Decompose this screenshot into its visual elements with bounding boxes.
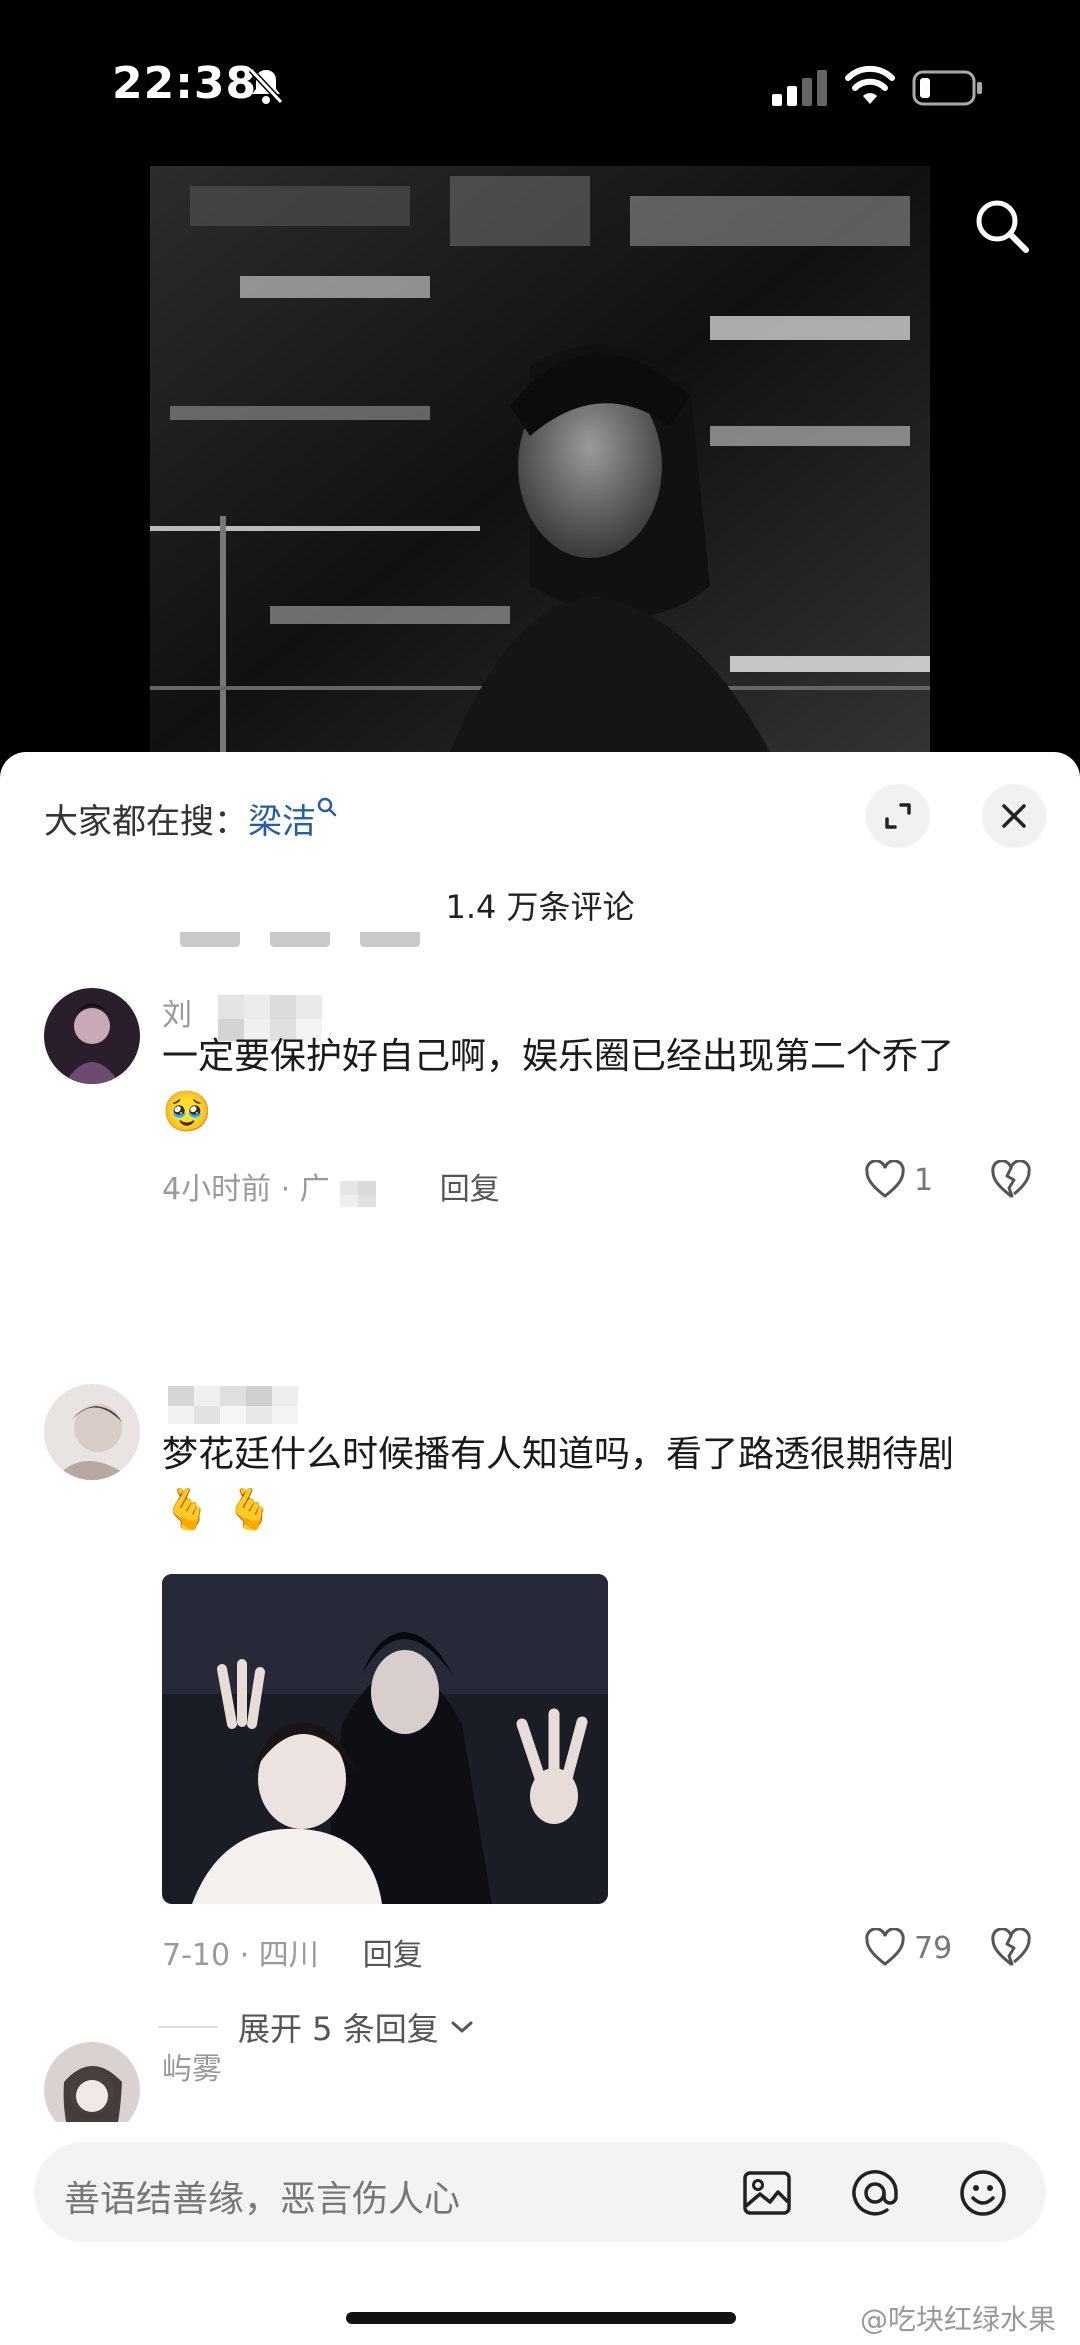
comment-meta: 7-10 · 四川 回复 xyxy=(162,1930,423,1974)
like-button[interactable]: 79 xyxy=(864,1928,952,1968)
heart-icon xyxy=(865,1928,905,1966)
comment-image[interactable] xyxy=(162,1574,608,1904)
close-icon xyxy=(1002,804,1026,828)
comment-input[interactable]: 善语结善缘，恶言伤人心 xyxy=(34,2142,1046,2242)
comment-count: 1.4 万条评论 xyxy=(445,888,635,926)
video-player[interactable] xyxy=(150,166,930,752)
like-count: 79 xyxy=(914,1930,953,1966)
heart-icon xyxy=(865,1160,905,1198)
sheet-header: 大家都在搜：梁洁 1.4 万条评论 xyxy=(0,752,1080,926)
battery-low-icon xyxy=(912,70,982,106)
bell-off-icon xyxy=(248,67,284,105)
input-placeholder: 善语结善缘，恶言伤人心 xyxy=(64,2179,461,2220)
close-button[interactable] xyxy=(982,784,1046,848)
comment-input-bar: 善语结善缘，恶言伤人心 @吃块红绿水果 xyxy=(0,2122,1080,2345)
comment-time: 7-10 · 四川 xyxy=(162,1938,319,1973)
comment-meta: 4小时前 · 广 回复 xyxy=(162,1164,500,1209)
like-button[interactable]: 1 xyxy=(864,1160,933,1200)
broken-heart-icon[interactable] xyxy=(990,1928,1032,1968)
expand-button[interactable] xyxy=(866,784,930,848)
home-indicator[interactable] xyxy=(346,2312,736,2324)
image-icon[interactable] xyxy=(740,2166,794,2220)
trending-prefix: 大家都在搜： xyxy=(44,802,248,842)
comment-item: 梦花廷什么时候播有人知道吗，看了路透很期待剧 🫰 🫰 7-10 · 四川 回复 xyxy=(0,1314,1080,2114)
broken-heart-icon[interactable] xyxy=(990,1160,1032,1200)
video-frame xyxy=(150,166,930,752)
search-icon[interactable] xyxy=(970,194,1034,258)
expand-icon xyxy=(885,803,911,829)
trending-search[interactable]: 大家都在搜：梁洁 xyxy=(44,794,338,843)
comment-username[interactable]: 屿雾 xyxy=(162,2044,222,2088)
comment-item: 刘 一定要保护好自己啊，娱乐圈已经出现第二个乔了 🥹 4小时前 · 广回复 1 xyxy=(0,934,1080,1314)
like-count: 1 xyxy=(914,1162,934,1198)
watermark: @吃块红绿水果 xyxy=(860,2303,1057,2336)
comment-sheet: 大家都在搜：梁洁 1.4 万条评论 刘 一定要保护好自己啊，娱乐圈已经出现第二个… xyxy=(0,752,1080,2345)
avatar[interactable] xyxy=(44,1384,140,1480)
comment-time: 4小时前 · 广 xyxy=(162,1172,330,1207)
status-bar: 22:38 xyxy=(0,0,1080,170)
location-mosaic xyxy=(339,1180,376,1207)
at-icon[interactable] xyxy=(848,2166,902,2220)
comment-emoji: 🫰 🫰 xyxy=(162,1487,275,1533)
divider-line xyxy=(158,2026,218,2028)
reply-button[interactable]: 回复 xyxy=(440,1172,500,1207)
comment-text: 梦花廷什么时候播有人知道吗，看了路透很期待剧 xyxy=(162,1434,955,1475)
trending-keyword[interactable]: 梁洁 xyxy=(248,802,316,842)
username-mosaic xyxy=(168,1386,298,1424)
wifi-icon xyxy=(845,65,895,104)
search-icon xyxy=(317,797,337,817)
comment-text: 一定要保护好自己啊，娱乐圈已经出现第二个乔了 xyxy=(162,1036,955,1077)
comment-username[interactable] xyxy=(162,1382,338,1426)
emoji-icon[interactable] xyxy=(956,2166,1010,2220)
comment-emoji: 🥹 xyxy=(162,1089,212,1135)
status-time: 22:38 xyxy=(112,58,258,109)
avatar[interactable] xyxy=(44,988,140,1084)
cellular-signal-icon xyxy=(772,70,827,106)
chevron-down-icon xyxy=(451,2021,473,2033)
reply-button[interactable]: 回复 xyxy=(363,1938,423,1973)
